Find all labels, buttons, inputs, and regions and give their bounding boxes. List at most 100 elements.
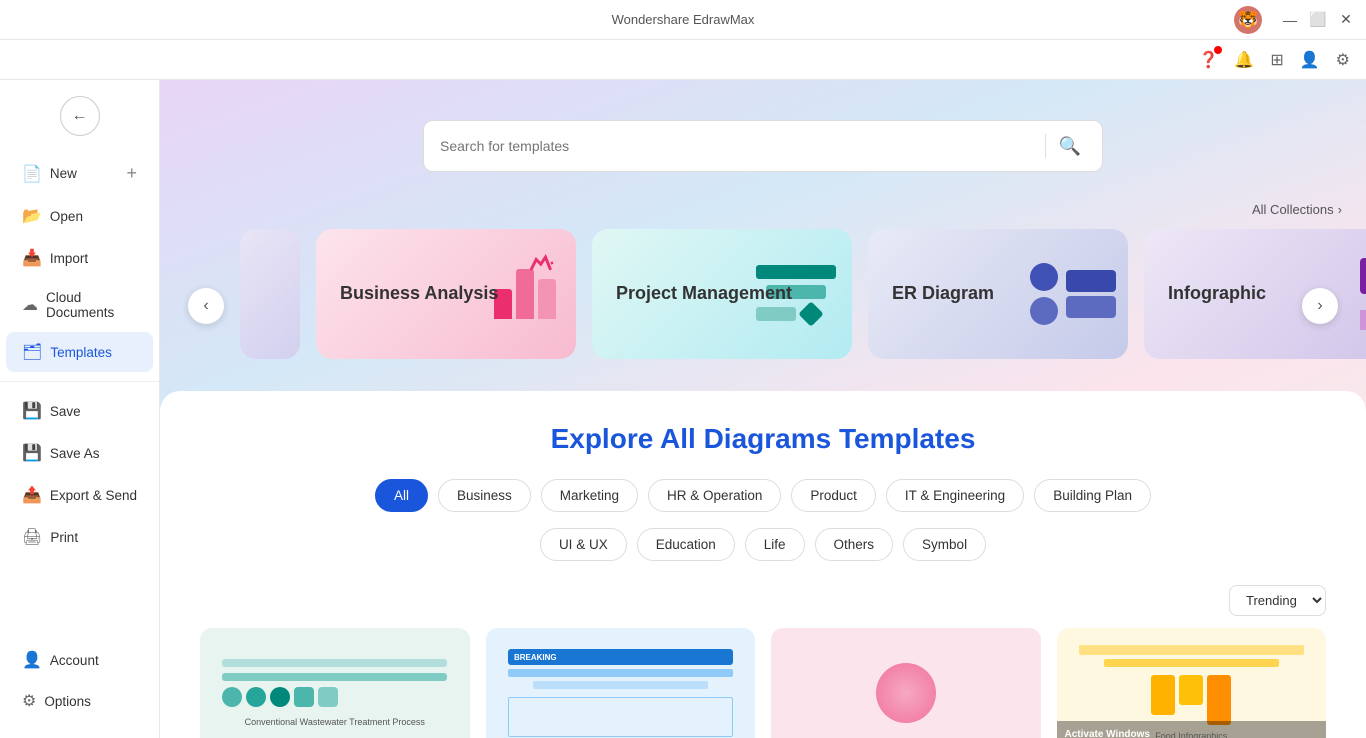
window-controls: 🐯 — ⬜ ✕ xyxy=(1234,6,1354,34)
explore-title-plain: Explore xyxy=(551,423,660,454)
options-icon: ⚙ xyxy=(22,691,36,711)
import-label: Import xyxy=(50,251,88,266)
cloud-icon: ☁ xyxy=(22,295,38,315)
new-icon: 📄 xyxy=(22,164,42,184)
template-grid: Conventional Wastewater Treatment Proces… xyxy=(200,628,1326,738)
explore-title-colored: All Diagrams Templates xyxy=(660,423,975,454)
filter-all[interactable]: All xyxy=(375,479,428,512)
all-collections-link[interactable]: All Collections › xyxy=(1252,202,1342,217)
carousel-card-business-title: Business Analysis xyxy=(340,282,498,305)
sidebar-item-print[interactable]: 🖨 Print xyxy=(6,517,153,557)
filter-others[interactable]: Others xyxy=(815,528,894,561)
sidebar-item-templates[interactable]: 🗂 Templates xyxy=(6,332,153,372)
activate-windows-title: Activate Windows xyxy=(1065,729,1319,738)
collections-header: All Collections › xyxy=(160,202,1366,229)
new-label: New xyxy=(50,166,77,181)
explore-section: Explore All Diagrams Templates All Busin… xyxy=(160,391,1366,738)
sort-select[interactable]: Trending Newest Popular xyxy=(1229,585,1326,616)
community-icon[interactable]: ⊞ xyxy=(1270,50,1283,70)
sidebar-item-cloud[interactable]: ☁ Cloud Documents xyxy=(6,280,153,330)
sidebar-item-saveas[interactable]: 💾 Save As xyxy=(6,433,153,473)
search-button[interactable]: 🔍 xyxy=(1054,130,1086,162)
filter-business[interactable]: Business xyxy=(438,479,531,512)
carousel-card-er[interactable]: ER Diagram xyxy=(868,229,1128,359)
print-label: Print xyxy=(50,530,78,545)
export-label: Export & Send xyxy=(50,488,137,503)
template-card-3[interactable] xyxy=(771,628,1041,738)
back-button[interactable]: ← xyxy=(60,96,100,136)
sidebar-bottom: 👤 Account ⚙ Options xyxy=(0,639,159,730)
filter-education[interactable]: Education xyxy=(637,528,735,561)
filter-uiux[interactable]: UI & UX xyxy=(540,528,627,561)
search-area: 🔍 xyxy=(160,80,1366,202)
filter-hr[interactable]: HR & Operation xyxy=(648,479,781,512)
sidebar: ← 📄 New + 📂 Open 📥 Import ☁ Cloud Docume… xyxy=(0,80,160,738)
filter-marketing[interactable]: Marketing xyxy=(541,479,638,512)
titlebar: Wondershare EdrawMax 🐯 — ⬜ ✕ xyxy=(0,0,1366,40)
carousel-card-project[interactable]: Project Management xyxy=(592,229,852,359)
templates-icon: 🗂 xyxy=(22,342,42,362)
save-label: Save xyxy=(50,404,81,419)
carousel-next-button[interactable]: › xyxy=(1302,288,1338,324)
carousel-card-partial[interactable] xyxy=(240,229,300,359)
filter-tags-row1: All Business Marketing HR & Operation Pr… xyxy=(200,479,1326,512)
account-label: Account xyxy=(50,653,99,668)
maximize-button[interactable]: ⬜ xyxy=(1310,12,1326,28)
settings-icon[interactable]: ⚙ xyxy=(1336,50,1350,70)
carousel-card-business[interactable]: Business Analysis xyxy=(316,229,576,359)
sidebar-item-open[interactable]: 📂 Open xyxy=(6,196,153,236)
help-icon[interactable]: ❓ xyxy=(1198,50,1218,70)
saveas-label: Save As xyxy=(50,446,100,461)
saveas-icon: 💾 xyxy=(22,443,42,463)
sidebar-divider xyxy=(0,381,159,382)
filter-symbol[interactable]: Symbol xyxy=(903,528,986,561)
sidebar-item-export[interactable]: 📤 Export & Send xyxy=(6,475,153,515)
app-title: Wondershare EdrawMax xyxy=(612,12,755,27)
sidebar-item-account[interactable]: 👤 Account xyxy=(6,640,153,680)
minimize-button[interactable]: — xyxy=(1282,12,1298,28)
profile-icon[interactable]: 👤 xyxy=(1300,50,1320,70)
filter-it[interactable]: IT & Engineering xyxy=(886,479,1024,512)
template-card-2[interactable]: BREAKING xyxy=(486,628,756,738)
import-icon: 📥 xyxy=(22,248,42,268)
carousel-card-project-title: Project Management xyxy=(616,282,792,305)
open-label: Open xyxy=(50,209,83,224)
collections-arrow: › xyxy=(1338,202,1342,217)
plus-icon: + xyxy=(126,163,137,184)
avatar[interactable]: 🐯 xyxy=(1234,6,1262,34)
toolbar: ❓ 🔔 ⊞ 👤 ⚙ xyxy=(0,40,1366,80)
template-card-1[interactable]: Conventional Wastewater Treatment Proces… xyxy=(200,628,470,738)
explore-title: Explore All Diagrams Templates xyxy=(200,423,1326,455)
activate-windows-overlay: Activate Windows Go to Settings to activ… xyxy=(1057,721,1327,738)
carousel-card-infographic-title: Infographic xyxy=(1168,282,1266,305)
filter-building[interactable]: Building Plan xyxy=(1034,479,1151,512)
options-label: Options xyxy=(44,694,91,709)
content-area: 🔍 All Collections › ‹ Business Analysis xyxy=(160,80,1366,738)
open-icon: 📂 xyxy=(22,206,42,226)
carousel-wrapper: ‹ Business Analysis xyxy=(160,229,1366,383)
filter-life[interactable]: Life xyxy=(745,528,805,561)
search-box: 🔍 xyxy=(423,120,1103,172)
search-divider xyxy=(1045,134,1046,158)
print-icon: 🖨 xyxy=(22,527,42,547)
all-collections-text: All Collections xyxy=(1252,202,1334,217)
carousel-prev-button[interactable]: ‹ xyxy=(188,288,224,324)
search-input[interactable] xyxy=(440,138,1037,154)
cloud-label: Cloud Documents xyxy=(46,290,137,320)
sort-row: Trending Newest Popular xyxy=(200,577,1326,628)
sidebar-item-options[interactable]: ⚙ Options xyxy=(6,681,153,721)
carousel: Business Analysis xyxy=(160,229,1366,359)
filter-product[interactable]: Product xyxy=(791,479,876,512)
close-button[interactable]: ✕ xyxy=(1338,12,1354,28)
main-layout: ← 📄 New + 📂 Open 📥 Import ☁ Cloud Docume… xyxy=(0,80,1366,738)
sidebar-item-save[interactable]: 💾 Save xyxy=(6,391,153,431)
carousel-card-er-title: ER Diagram xyxy=(892,282,994,305)
template-card-4[interactable]: Food Infographics Activate Windows Go to… xyxy=(1057,628,1327,738)
templates-label: Templates xyxy=(50,345,112,360)
save-icon: 💾 xyxy=(22,401,42,421)
filter-tags-row2: UI & UX Education Life Others Symbol xyxy=(200,528,1326,561)
sidebar-item-new[interactable]: 📄 New + xyxy=(6,153,153,194)
export-icon: 📤 xyxy=(22,485,42,505)
notification-icon[interactable]: 🔔 xyxy=(1234,50,1254,70)
sidebar-item-import[interactable]: 📥 Import xyxy=(6,238,153,278)
